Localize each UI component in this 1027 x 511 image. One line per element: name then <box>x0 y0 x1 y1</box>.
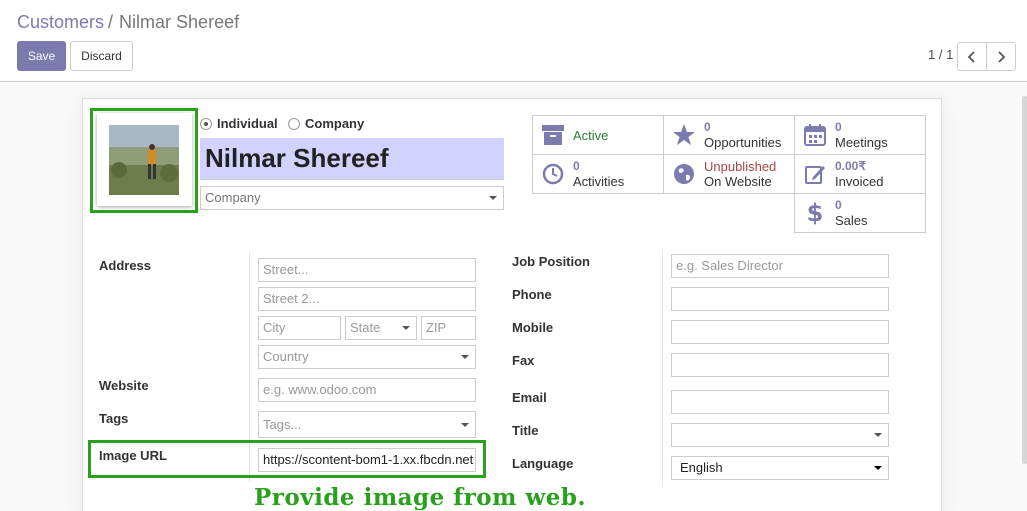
phone-input[interactable] <box>671 287 889 311</box>
sales-button[interactable]: $ 0 Sales <box>794 193 926 233</box>
clock-icon <box>533 154 573 194</box>
language-value: English <box>680 460 723 475</box>
meetings-count: 0 <box>835 120 842 134</box>
meetings-button[interactable]: 0 Meetings <box>794 115 926 155</box>
radio-company-label: Company <box>305 116 365 131</box>
language-select[interactable]: English <box>671 456 889 480</box>
company-select-placeholder: Company <box>205 190 261 205</box>
company-select[interactable]: Company <box>200 186 504 210</box>
control-panel: Customers / Nilmar Shereef Save Discard 1 … <box>0 0 1027 82</box>
pager-next-button[interactable] <box>986 42 1016 71</box>
save-button[interactable]: Save <box>17 41 66 71</box>
website-input[interactable]: e.g. www.odoo.com <box>258 378 476 402</box>
title-label: Title <box>512 423 539 438</box>
invoiced-label: Invoiced <box>835 174 884 189</box>
calendar-icon <box>795 115 835 155</box>
chevron-right-icon <box>998 50 1006 63</box>
tags-input[interactable]: Tags... <box>258 411 476 438</box>
caret-down-icon <box>874 466 882 470</box>
caret-down-icon <box>489 196 497 200</box>
breadcrumb-separator: / <box>108 12 114 32</box>
caret-down-icon <box>402 326 410 330</box>
fax-input[interactable] <box>671 353 889 377</box>
radio-individual-label: Individual <box>217 116 278 131</box>
star-icon <box>664 115 704 155</box>
title-select[interactable] <box>671 423 889 447</box>
caret-down-icon <box>461 355 469 359</box>
image-url-highlight-box <box>88 440 486 478</box>
email-input[interactable] <box>671 390 889 414</box>
dollar-icon: $ <box>806 199 824 227</box>
email-label: Email <box>512 390 547 405</box>
address-label: Address <box>99 258 152 273</box>
state-select-placeholder: State <box>350 320 381 335</box>
caret-down-icon <box>461 423 469 427</box>
radio-checked-icon <box>200 117 212 130</box>
website-label: On Website <box>704 174 772 189</box>
city-input[interactable]: City <box>258 316 341 340</box>
globe-icon <box>664 154 704 194</box>
activities-button[interactable]: 0 Activities <box>532 154 664 194</box>
breadcrumb-current: Nilmar Shereef <box>119 12 240 32</box>
sales-label: Sales <box>835 213 868 228</box>
phone-label: Phone <box>512 287 552 302</box>
tags-label: Tags <box>99 411 129 426</box>
state-select[interactable]: State <box>345 316 417 340</box>
discard-button[interactable]: Discard <box>70 41 133 71</box>
breadcrumb-customers-link[interactable]: Customers <box>17 12 104 32</box>
sales-count: 0 <box>835 198 842 212</box>
website-publish-button[interactable]: Unpublished On Website <box>663 154 795 194</box>
invoiced-button[interactable]: 0.00₹ Invoiced <box>794 154 926 194</box>
mobile-label: Mobile <box>512 320 554 335</box>
active-toggle-button[interactable]: Active <box>532 115 664 155</box>
meetings-label: Meetings <box>835 135 888 150</box>
opportunities-button[interactable]: 0 Opportunities <box>663 115 795 155</box>
opportunities-label: Opportunities <box>704 135 782 150</box>
website-status: Unpublished <box>704 159 777 174</box>
website-field-label: Website <box>99 378 149 393</box>
archive-icon <box>533 115 573 155</box>
caret-down-icon <box>874 433 882 437</box>
column-divider-right <box>662 250 663 486</box>
fax-label: Fax <box>512 353 535 368</box>
country-select-placeholder: Country <box>263 349 309 364</box>
street2-input[interactable]: Street 2... <box>258 287 476 311</box>
annotation-caption: Provide image from web. <box>254 484 586 511</box>
name-input[interactable]: Nilmar Shereef <box>200 138 504 180</box>
active-label: Active <box>573 127 609 143</box>
scrollbar[interactable] <box>1022 96 1027 464</box>
chevron-left-icon <box>967 50 975 63</box>
radio-company[interactable]: Company <box>288 116 364 131</box>
pager-previous-button[interactable] <box>957 42 987 71</box>
job-position-input[interactable]: e.g. Sales Director <box>671 254 889 278</box>
country-select[interactable]: Country <box>258 345 476 369</box>
opportunities-count: 0 <box>704 120 711 134</box>
activities-label: Activities <box>573 174 625 189</box>
tags-placeholder: Tags... <box>263 417 302 432</box>
radio-unchecked-icon <box>288 117 300 130</box>
activities-count: 0 <box>573 159 580 173</box>
language-label: Language <box>512 456 574 471</box>
edit-icon <box>795 154 835 194</box>
invoiced-amount: 0.00₹ <box>835 159 866 173</box>
avatar-highlight-box <box>90 108 198 213</box>
breadcrumb: Customers / Nilmar Shereef <box>17 12 239 33</box>
street-input[interactable]: Street... <box>258 258 476 282</box>
job-position-label: Job Position <box>512 254 590 269</box>
radio-individual[interactable]: Individual <box>200 116 278 131</box>
pager-value[interactable]: 1 / 1 <box>928 47 953 62</box>
mobile-input[interactable] <box>671 320 889 344</box>
zip-input[interactable]: ZIP <box>421 316 476 340</box>
